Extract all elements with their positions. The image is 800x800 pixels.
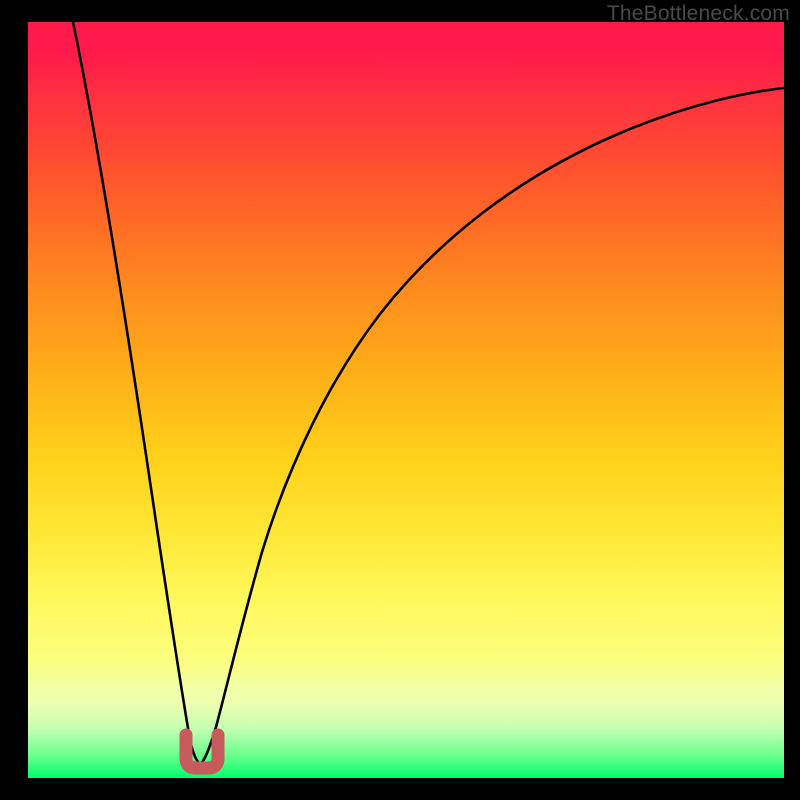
bottleneck-curve xyxy=(73,22,784,764)
curve-layer xyxy=(28,22,784,778)
chart-frame: TheBottleneck.com xyxy=(0,0,800,800)
watermark-text: TheBottleneck.com xyxy=(607,2,790,26)
optimal-marker xyxy=(186,735,218,768)
plot-area xyxy=(28,22,784,778)
